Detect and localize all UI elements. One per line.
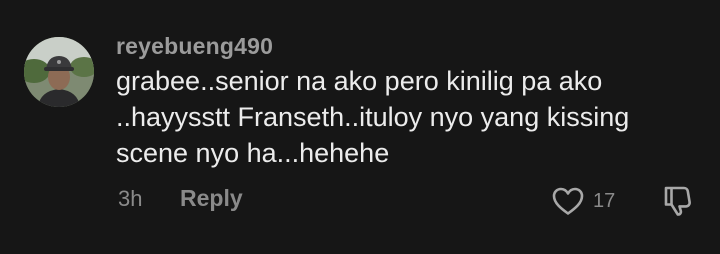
comment-text: grabee..senior na ako pero kinilig pa ak… [116,66,630,168]
heart-outline-icon [552,187,584,215]
comment-username[interactable]: reyebueng490 [116,33,273,60]
like-count: 17 [593,189,616,212]
comment-item: reyebueng490 grabee..senior na ako pero … [0,0,720,254]
thumbs-down-icon [664,186,691,216]
comment-timestamp: 3h [118,186,143,211]
reply-button[interactable]: Reply [180,185,243,212]
dislike-button[interactable] [660,183,694,217]
avatar[interactable] [24,37,94,107]
like-button[interactable]: 17 [551,184,615,218]
